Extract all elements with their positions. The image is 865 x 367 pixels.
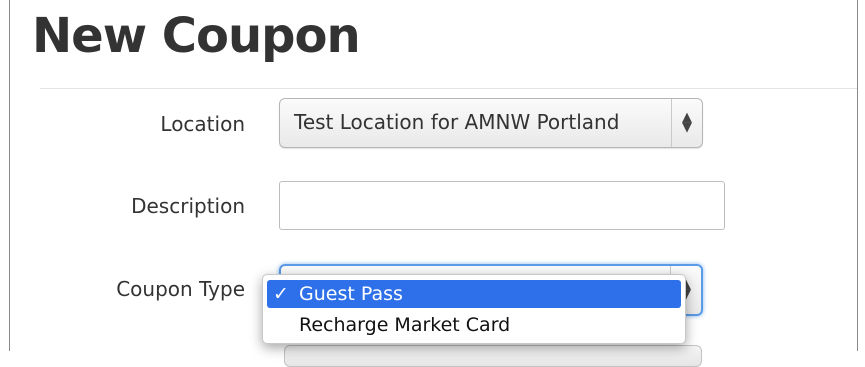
- option-label: Guest Pass: [299, 283, 403, 305]
- page-title: New Coupon: [32, 8, 361, 64]
- description-label: Description: [131, 194, 245, 218]
- coupon-type-option-recharge-market-card[interactable]: Recharge Market Card: [267, 311, 681, 339]
- title-divider: [40, 88, 857, 89]
- description-input[interactable]: [279, 181, 725, 230]
- coupon-type-label: Coupon Type: [116, 277, 245, 301]
- coupon-type-option-guest-pass[interactable]: ✓ Guest Pass: [267, 280, 681, 308]
- next-field-select[interactable]: [284, 345, 702, 367]
- location-select[interactable]: Test Location for AMNW Portland ▲ ▼: [279, 98, 703, 148]
- coupon-type-dropdown: ✓ Guest Pass Recharge Market Card: [262, 274, 686, 344]
- window-right-border: [857, 0, 858, 351]
- select-arrows-icon: ▲ ▼: [671, 99, 702, 147]
- checkmark-icon: ✓: [273, 283, 289, 305]
- location-select-value: Test Location for AMNW Portland: [294, 110, 620, 134]
- location-label: Location: [160, 112, 245, 136]
- option-label: Recharge Market Card: [299, 314, 511, 336]
